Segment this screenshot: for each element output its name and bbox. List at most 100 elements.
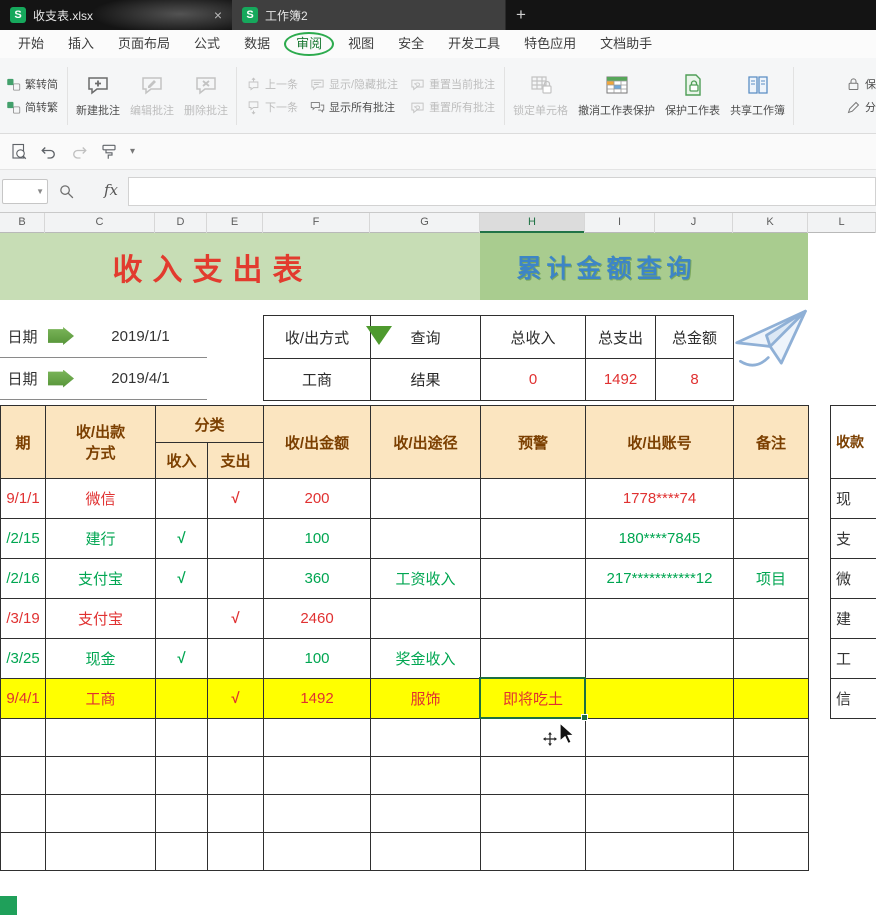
side-table-item[interactable]: 工 xyxy=(831,639,876,679)
chevron-down-icon[interactable]: ▾ xyxy=(130,146,135,157)
share-workbook-button[interactable]: 共享工作簿 xyxy=(725,71,790,120)
simplified-to-traditional-button[interactable]: 简转繁 xyxy=(6,99,58,115)
button-label: 重置当前批注 xyxy=(429,76,495,92)
redo-icon[interactable] xyxy=(70,143,88,161)
menu-review[interactable]: 审阅 xyxy=(284,32,334,56)
empty-row[interactable] xyxy=(1,719,809,757)
header-category[interactable]: 分类 xyxy=(156,406,264,443)
column-header-I[interactable]: I xyxy=(585,213,655,233)
table-row[interactable]: /2/15 建行 √ 100 180****7845 xyxy=(1,519,809,559)
header-channel[interactable]: 收/出途径 xyxy=(371,406,481,479)
delete-comment-button[interactable]: 删除批注 xyxy=(179,71,233,120)
side-table-header[interactable]: 收款 xyxy=(831,406,876,479)
zoom-search-icon[interactable] xyxy=(58,183,75,200)
allow-edit-ranges-button[interactable]: 分 xyxy=(846,99,876,115)
menu-data[interactable]: 数据 xyxy=(232,30,282,58)
table-row-highlighted[interactable]: 9/4/1 工商 √ 1492 服饰 即将吃土 xyxy=(1,679,809,719)
dropdown-triangle-icon[interactable] xyxy=(366,326,392,345)
unprotect-sheet-button[interactable]: 撤消工作表保护 xyxy=(573,71,660,120)
total-amount-header-cell[interactable]: 总金额 xyxy=(656,316,734,359)
print-preview-icon[interactable] xyxy=(10,143,28,161)
name-box-arrow-icon[interactable]: ▼ xyxy=(36,187,44,196)
end-date-cell[interactable]: 2019/4/1 xyxy=(74,370,207,387)
new-document-tab-button[interactable]: + xyxy=(506,0,536,30)
header-warning[interactable]: 预警 xyxy=(481,406,586,479)
column-header-J[interactable]: J xyxy=(655,213,733,233)
menu-formulas[interactable]: 公式 xyxy=(182,30,232,58)
header-note[interactable]: 备注 xyxy=(734,406,809,479)
format-painter-icon[interactable] xyxy=(100,143,118,161)
header-income[interactable]: 收入 xyxy=(156,443,208,479)
name-box[interactable]: ▼ xyxy=(2,179,48,204)
protect-shared-workbook-button[interactable]: 保 xyxy=(846,76,876,92)
side-table-item[interactable]: 现 xyxy=(831,479,876,519)
sheet-tab-indicator[interactable] xyxy=(0,896,17,915)
menu-home[interactable]: 开始 xyxy=(6,30,56,58)
menu-developer[interactable]: 开发工具 xyxy=(436,30,512,58)
fill-handle[interactable] xyxy=(581,714,588,721)
formula-input[interactable] xyxy=(128,177,876,206)
table-row[interactable]: /3/19 支付宝 √ 2460 xyxy=(1,599,809,639)
show-all-comments-button[interactable]: 显示所有批注 xyxy=(310,99,398,115)
menu-insert[interactable]: 插入 xyxy=(56,30,106,58)
comment-down-icon xyxy=(246,100,261,115)
close-tab-icon[interactable]: × xyxy=(214,8,222,22)
side-table-item[interactable]: 信 xyxy=(831,679,876,719)
empty-row[interactable] xyxy=(1,757,809,795)
header-amount[interactable]: 收/出金额 xyxy=(264,406,371,479)
total-income-value-cell[interactable]: 0 xyxy=(481,359,586,401)
reset-all-comments-button[interactable]: 重置所有批注 xyxy=(410,99,495,115)
menu-special-features[interactable]: 特色应用 xyxy=(512,30,588,58)
method-value-cell[interactable]: 工商 xyxy=(264,359,371,401)
table-row[interactable]: /3/25 现金 √ 100 奖金收入 xyxy=(1,639,809,679)
column-header-D[interactable]: D xyxy=(155,213,207,233)
header-account[interactable]: 收/出账号 xyxy=(586,406,734,479)
menu-security[interactable]: 安全 xyxy=(386,30,436,58)
next-comment-button[interactable]: 下一条 xyxy=(246,99,298,115)
previous-comment-button[interactable]: 上一条 xyxy=(246,76,298,92)
show-hide-comment-button[interactable]: 显示/隐藏批注 xyxy=(310,76,398,92)
button-label: 显示/隐藏批注 xyxy=(329,76,398,92)
header-method-line2: 方式 xyxy=(46,442,155,463)
column-header-C[interactable]: C xyxy=(45,213,155,233)
menu-page-layout[interactable]: 页面布局 xyxy=(106,30,182,58)
header-date[interactable]: 期 xyxy=(1,406,46,479)
column-header-G[interactable]: G xyxy=(370,213,480,233)
column-header-B[interactable]: B xyxy=(0,213,45,233)
start-date-cell[interactable]: 2019/1/1 xyxy=(74,328,207,345)
empty-row[interactable] xyxy=(1,795,809,833)
protect-sheet-button[interactable]: 保护工作表 xyxy=(660,71,725,120)
method-label-cell[interactable]: 收/出方式 xyxy=(264,316,371,359)
reset-current-comment-button[interactable]: 重置当前批注 xyxy=(410,76,495,92)
document-tab-shouzhibiao[interactable]: S 收支表.xlsx × xyxy=(0,0,232,30)
header-method[interactable]: 收/出款 方式 xyxy=(46,406,156,479)
table-row[interactable]: 9/1/1 微信 √ 200 1778****74 xyxy=(1,479,809,519)
total-expense-value-cell[interactable]: 1492 xyxy=(586,359,656,401)
empty-row[interactable] xyxy=(1,833,809,871)
column-header-E[interactable]: E xyxy=(207,213,263,233)
menu-doc-assistant[interactable]: 文档助手 xyxy=(588,30,664,58)
column-header-K[interactable]: K xyxy=(733,213,808,233)
side-table-item[interactable]: 支 xyxy=(831,519,876,559)
cell-account xyxy=(586,679,734,719)
header-expense[interactable]: 支出 xyxy=(208,443,264,479)
result-label-cell[interactable]: 结果 xyxy=(371,359,481,401)
column-header-H[interactable]: H xyxy=(480,213,585,233)
total-expense-header-cell[interactable]: 总支出 xyxy=(586,316,656,359)
total-income-header-cell[interactable]: 总收入 xyxy=(481,316,586,359)
new-comment-button[interactable]: 新建批注 xyxy=(71,71,125,120)
side-table-item[interactable]: 建 xyxy=(831,599,876,639)
table-row[interactable]: /2/16 支付宝 √ 360 工资收入 217***********12 项目 xyxy=(1,559,809,599)
lock-cell-button[interactable]: 锁定单元格 xyxy=(508,71,573,120)
undo-icon[interactable] xyxy=(40,143,58,161)
traditional-to-simplified-button[interactable]: 繁转简 xyxy=(6,76,58,92)
menu-view[interactable]: 视图 xyxy=(336,30,386,58)
button-label: 重置所有批注 xyxy=(429,99,495,115)
fx-label[interactable]: fx xyxy=(104,181,118,199)
column-header-L[interactable]: L xyxy=(808,213,876,233)
document-tab-workbook2[interactable]: S 工作簿2 xyxy=(232,0,506,30)
side-table-item[interactable]: 微 xyxy=(831,559,876,599)
column-header-F[interactable]: F xyxy=(263,213,370,233)
edit-comment-button[interactable]: 编辑批注 xyxy=(125,71,179,120)
total-amount-value-cell[interactable]: 8 xyxy=(656,359,734,401)
